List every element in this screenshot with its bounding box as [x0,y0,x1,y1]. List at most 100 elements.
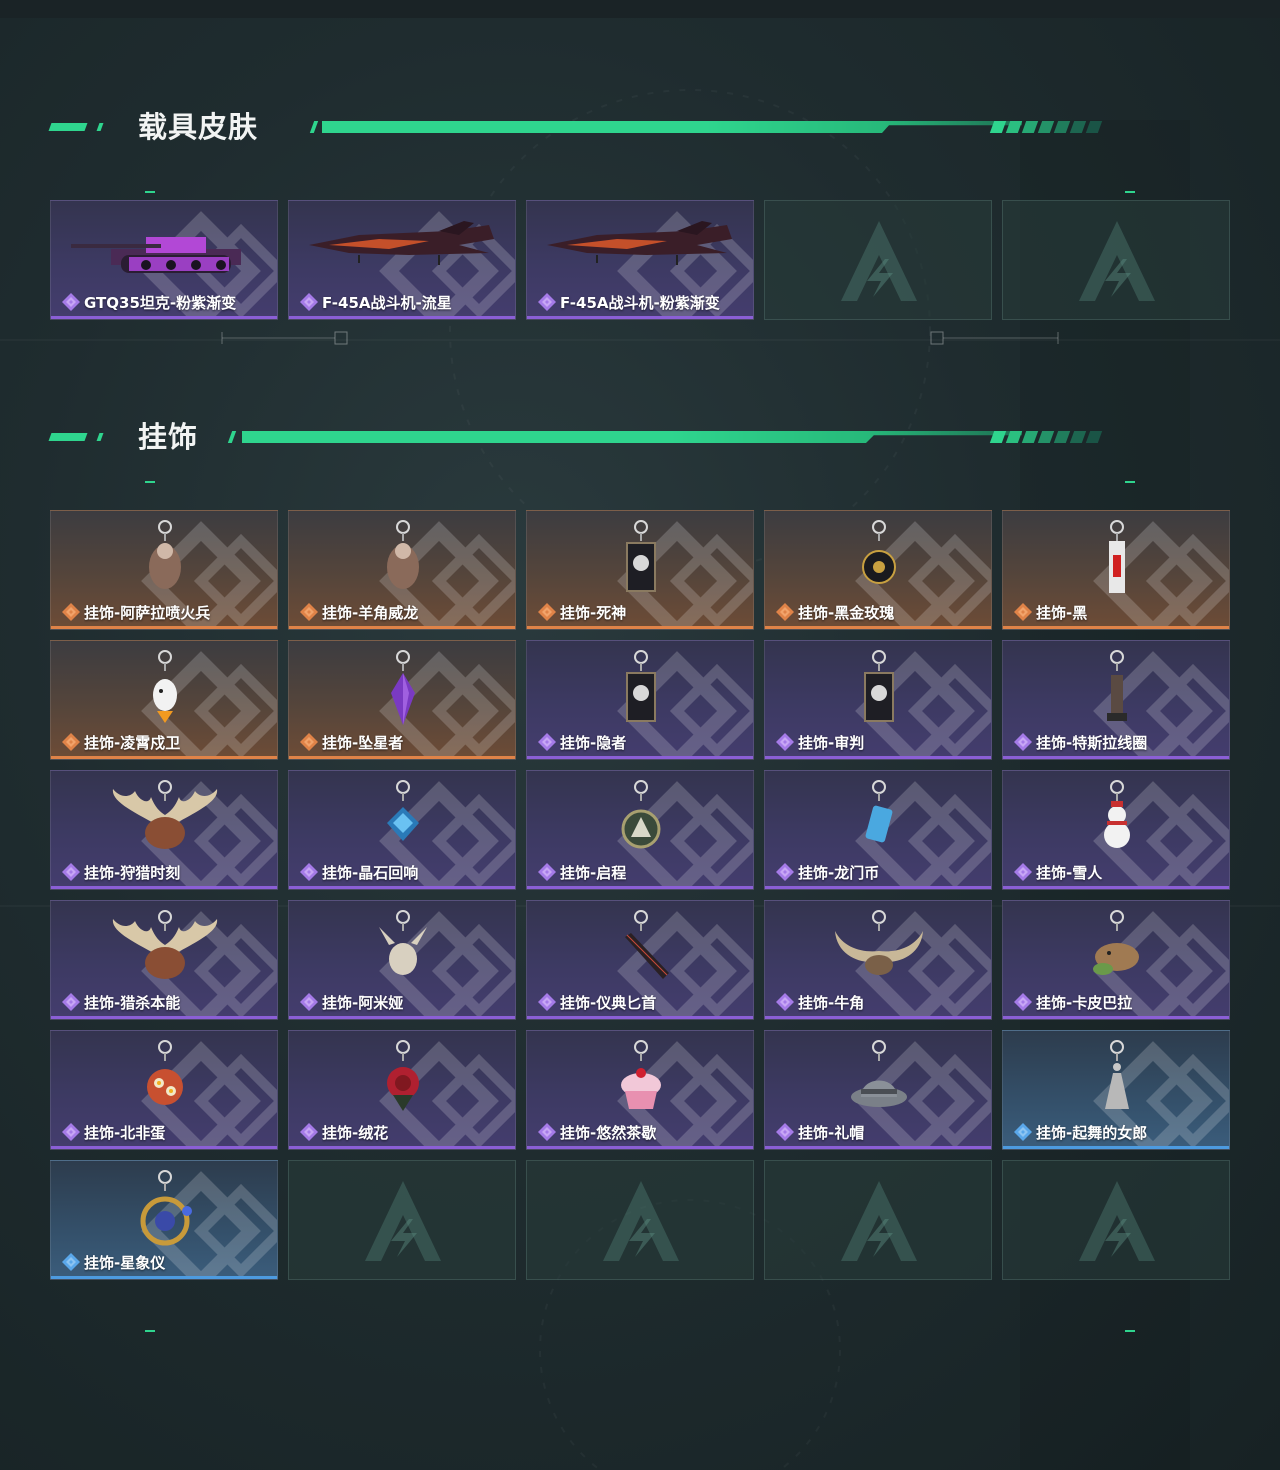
item-card[interactable]: 挂饰-晶石回响 [288,770,516,890]
rarity-diamond-icon [299,862,319,882]
empty-slot[interactable] [526,1160,754,1280]
item-card[interactable]: F-45A战斗机-流星 [288,200,516,320]
item-card[interactable]: 挂饰-死神 [526,510,754,630]
rarity-diamond-icon [61,862,81,882]
item-card[interactable]: 挂饰-卡皮巴拉 [1002,900,1230,1020]
corner-tick [1125,191,1135,193]
section-divider [221,331,1059,345]
item-label: 挂饰-特斯拉线圈 [1036,734,1148,752]
item-card[interactable]: 挂饰-审判 [764,640,992,760]
header-accent [96,433,104,441]
item-card[interactable]: F-45A战斗机-粉紫渐变 [526,200,754,320]
rarity-diamond-icon [61,992,81,1012]
rarity-diamond-icon [775,602,795,622]
item-card[interactable]: 挂饰-星象仪 [50,1160,278,1280]
item-card[interactable]: 挂饰-猎杀本能 [50,900,278,1020]
empty-slot[interactable] [764,200,992,320]
vehicle-skins-grid: GTQ35坦克-粉紫渐变 F-45A战斗机-流星 F-45A战斗机-粉紫渐变 [50,200,1230,320]
corner-tick [145,481,155,483]
item-label: 挂饰-猎杀本能 [84,994,181,1012]
empty-slot[interactable] [764,1160,992,1280]
moose-antler-charm-icon [112,910,218,979]
corner-tick [145,1330,155,1332]
item-card[interactable]: 挂饰-特斯拉线圈 [1002,640,1230,760]
item-label: GTQ35坦克-粉紫渐变 [84,294,237,312]
rarity-diamond-icon [775,992,795,1012]
top-strip [0,0,1280,18]
item-label: 挂饰-起舞的女郎 [1036,1124,1148,1142]
item-label: 挂饰-阿米娅 [322,994,404,1012]
rarity-diamond-icon [61,1122,81,1142]
rarity-underline [51,1276,277,1279]
fighter-jet-skin-icon [547,221,732,265]
rarity-diamond-icon [537,732,557,752]
item-card[interactable]: GTQ35坦克-粉紫渐变 [50,200,278,320]
rarity-diamond-icon [61,1252,81,1272]
blue-crystal-charm-icon [387,780,419,841]
rarity-underline [289,756,515,759]
rarity-underline [1003,1016,1229,1019]
item-card[interactable]: 挂饰-雪人 [1002,770,1230,890]
item-card[interactable]: 挂饰-仪典匕首 [526,900,754,1020]
rarity-diamond-icon [537,292,557,312]
dagger-charm-icon [625,910,669,979]
item-card[interactable]: 挂饰-阿萨拉喷火兵 [50,510,278,630]
rarity-underline [527,1146,753,1149]
item-card[interactable]: 挂饰-狩猎时刻 [50,770,278,890]
charms-grid: 挂饰-阿萨拉喷火兵 挂饰-羊角威龙 挂饰-死神 挂饰-黑金玫瑰 挂饰-黑 挂饰-凌霄戍卫挂… [50,510,1230,1280]
item-card[interactable]: 挂饰-黑 [1002,510,1230,630]
header-accent [309,121,319,133]
item-card[interactable]: 挂饰-阿米娅 [288,900,516,1020]
item-label: 挂饰-卡皮巴拉 [1036,994,1133,1012]
brand-watermark-icon [1077,1179,1157,1263]
rarity-diamond-icon [299,602,319,622]
rarity-diamond-icon [1013,732,1033,752]
fedora-hat-charm-icon [851,1040,907,1107]
item-label: 挂饰-审判 [798,734,865,752]
item-card[interactable]: 挂饰-绒花 [288,1030,516,1150]
item-card[interactable]: 挂饰-北非蛋 [50,1030,278,1150]
brand-watermark-icon [1077,219,1157,303]
item-card[interactable]: 挂饰-龙门币 [764,770,992,890]
item-card[interactable]: 挂饰-黑金玫瑰 [764,510,992,630]
item-card[interactable]: 挂饰-启程 [526,770,754,890]
rarity-underline [51,886,277,889]
rarity-underline [51,1016,277,1019]
item-label: 挂饰-晶石回响 [322,864,419,882]
item-card[interactable]: 挂饰-凌霄戍卫 [50,640,278,760]
item-card[interactable]: 挂饰-起舞的女郎 [1002,1030,1230,1150]
brand-watermark-icon [363,1179,443,1263]
rarity-diamond-icon [299,992,319,1012]
empty-slot[interactable] [288,1160,516,1280]
item-card[interactable]: 挂饰-羊角威龙 [288,510,516,630]
rarity-diamond-icon [537,992,557,1012]
rarity-diamond-icon [537,862,557,882]
rarity-underline [527,886,753,889]
item-card[interactable]: 挂饰-悠然茶歇 [526,1030,754,1150]
snowman-charm-icon [1104,780,1130,848]
rarity-diamond-icon [537,602,557,622]
rarity-underline [289,886,515,889]
item-card[interactable]: 挂饰-牛角 [764,900,992,1020]
rarity-diamond-icon [1013,992,1033,1012]
item-card[interactable]: 挂饰-礼帽 [764,1030,992,1150]
black-gold-rose-charm-icon [862,520,896,584]
ram-dragon-charm-icon [387,520,419,589]
rarity-diamond-icon [537,1122,557,1142]
rarity-underline [1003,1146,1229,1149]
item-label: 挂饰-黑 [1036,604,1088,622]
flamethrower-soldier-charm-icon [149,520,181,589]
empty-slot[interactable] [1002,200,1230,320]
rabbit-charm-icon [379,910,427,975]
rarity-underline [527,1016,753,1019]
rarity-diamond-icon [61,292,81,312]
rarity-diamond-icon [299,1122,319,1142]
item-label: 挂饰-星象仪 [84,1254,166,1272]
item-card[interactable]: 挂饰-隐者 [526,640,754,760]
rarity-underline [765,626,991,629]
dancing-lady-charm-icon [1105,1040,1129,1109]
rarity-underline [1003,626,1229,629]
empty-slot[interactable] [1002,1160,1230,1280]
item-card[interactable]: 挂饰-坠星者 [288,640,516,760]
item-label: F-45A战斗机-粉紫渐变 [560,294,720,312]
